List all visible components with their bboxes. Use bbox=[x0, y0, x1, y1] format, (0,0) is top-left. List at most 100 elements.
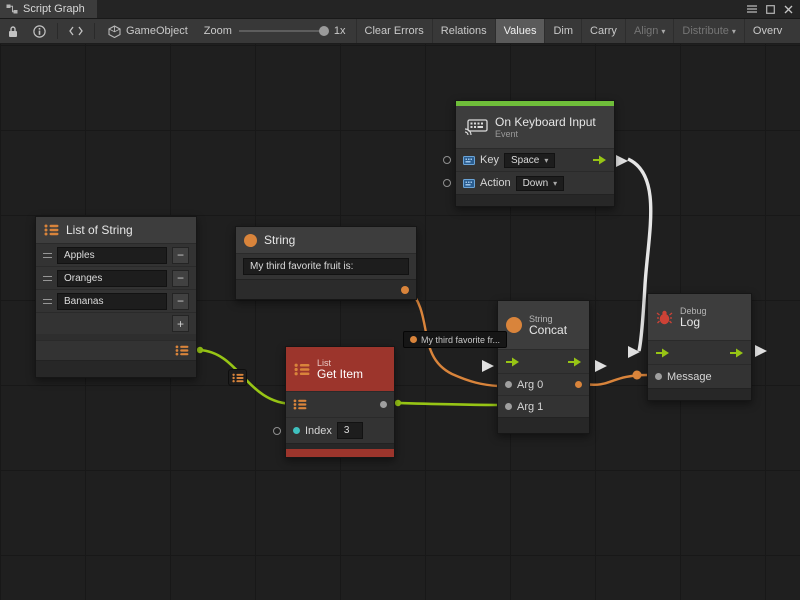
graph-canvas[interactable]: My third favorite fr... On Keyboard Inpu… bbox=[0, 44, 800, 600]
window-titlebar: Script Graph bbox=[0, 0, 800, 18]
node-list-of-string[interactable]: List of String Apples − Oranges − Banana… bbox=[35, 216, 197, 378]
node-title: Concat bbox=[529, 324, 567, 337]
action-value: Down bbox=[523, 178, 549, 189]
drag-handle-icon[interactable] bbox=[43, 299, 52, 304]
carry-button[interactable]: Carry bbox=[581, 19, 625, 43]
distribute-button[interactable]: Distribute▾ bbox=[673, 19, 743, 43]
toolbar-separator bbox=[94, 23, 95, 39]
action-dropdown[interactable]: Down ▾ bbox=[516, 176, 565, 191]
list-item-row: Apples − bbox=[36, 243, 196, 266]
trigger-input-port[interactable] bbox=[655, 348, 670, 358]
zoom-slider-handle[interactable] bbox=[319, 26, 329, 36]
node-title: Log bbox=[680, 316, 707, 329]
lock-button[interactable] bbox=[0, 19, 26, 43]
trigger-row bbox=[648, 340, 751, 364]
trigger-output-port[interactable] bbox=[729, 348, 744, 358]
zoom-slider[interactable] bbox=[239, 30, 327, 32]
list-icon bbox=[232, 373, 244, 383]
distribute-label: Distribute bbox=[682, 25, 728, 37]
arg1-input-port[interactable] bbox=[505, 403, 512, 410]
maximize-icon[interactable] bbox=[766, 5, 775, 14]
wire-endpoint-dot bbox=[197, 347, 203, 353]
wire-getitem-to-concat bbox=[398, 403, 499, 405]
string-output-port[interactable] bbox=[401, 286, 409, 294]
index-row: Index 3 bbox=[286, 417, 394, 443]
zoom-label: Zoom bbox=[204, 25, 232, 37]
code-button[interactable] bbox=[63, 19, 89, 43]
list-input-row bbox=[286, 391, 394, 417]
index-input-port[interactable] bbox=[293, 427, 300, 434]
chevron-down-icon: ▾ bbox=[553, 179, 557, 188]
node-footer bbox=[498, 417, 589, 433]
node-subtitle: Event bbox=[495, 129, 596, 139]
string-value-field[interactable]: My third favorite fruit is: bbox=[243, 258, 409, 275]
node-on-keyboard-input[interactable]: On Keyboard Input Event Key Space▾ Actio… bbox=[455, 100, 615, 207]
value-tooltip: My third favorite fr... bbox=[403, 331, 507, 348]
add-item-button[interactable]: + bbox=[172, 315, 189, 332]
node-title: On Keyboard Input bbox=[495, 116, 596, 129]
list-item-field[interactable]: Apples bbox=[57, 247, 167, 264]
node-footer bbox=[36, 360, 196, 377]
list-item-field[interactable]: Bananas bbox=[57, 293, 167, 310]
overview-button[interactable]: Overv bbox=[744, 19, 790, 43]
list-output-port[interactable] bbox=[175, 345, 189, 356]
message-input-port[interactable] bbox=[655, 373, 662, 380]
node-header[interactable]: String bbox=[236, 227, 416, 253]
arg0-label: Arg 0 bbox=[517, 379, 543, 391]
node-log[interactable]: Debug Log Message bbox=[647, 293, 752, 401]
input-port[interactable] bbox=[273, 427, 281, 435]
dim-button[interactable]: Dim bbox=[544, 19, 581, 43]
string-icon bbox=[244, 234, 257, 247]
relations-button[interactable]: Relations bbox=[432, 19, 495, 43]
remove-item-button[interactable]: − bbox=[172, 270, 189, 287]
graph-icon bbox=[6, 4, 18, 14]
gameobject-selector[interactable]: GameObject bbox=[100, 19, 196, 43]
string-value-row: My third favorite fruit is: bbox=[236, 253, 416, 279]
node-header[interactable]: List Get Item bbox=[286, 347, 394, 391]
result-output-port[interactable] bbox=[575, 381, 582, 388]
node-get-item[interactable]: List Get Item Index 3 bbox=[285, 346, 395, 458]
node-header[interactable]: List of String bbox=[36, 217, 196, 243]
input-port[interactable] bbox=[443, 179, 451, 187]
values-button[interactable]: Values bbox=[495, 19, 545, 43]
input-port[interactable] bbox=[443, 156, 451, 164]
list-input-port[interactable] bbox=[293, 399, 307, 410]
info-button[interactable] bbox=[26, 19, 52, 43]
clear-errors-button[interactable]: Clear Errors bbox=[356, 19, 432, 43]
node-header[interactable]: Debug Log bbox=[648, 294, 751, 340]
flow-triangle bbox=[755, 345, 767, 357]
value-tooltip-text: My third favorite fr... bbox=[421, 335, 500, 345]
drag-handle-icon[interactable] bbox=[43, 276, 52, 281]
node-concat[interactable]: String Concat Arg 0 Arg 1 bbox=[497, 300, 590, 434]
toolbar-separator bbox=[57, 23, 58, 39]
item-output-port[interactable] bbox=[380, 401, 387, 408]
string-port-icon bbox=[410, 336, 417, 343]
trigger-output-port[interactable] bbox=[567, 357, 582, 367]
list-item-row: Oranges − bbox=[36, 266, 196, 289]
trigger-input-port[interactable] bbox=[505, 357, 520, 367]
list-item-row: Bananas − bbox=[36, 289, 196, 312]
drag-handle-icon[interactable] bbox=[43, 253, 52, 258]
remove-item-button[interactable]: − bbox=[172, 293, 189, 310]
list-icon bbox=[44, 224, 59, 236]
node-string-literal[interactable]: String My third favorite fruit is: bbox=[235, 226, 417, 300]
node-header[interactable]: String Concat bbox=[498, 301, 589, 349]
node-accent-bar bbox=[286, 449, 394, 457]
remove-item-button[interactable]: − bbox=[172, 247, 189, 264]
trigger-output-port[interactable] bbox=[592, 155, 607, 165]
chevron-down-icon: ▾ bbox=[544, 156, 548, 165]
arg0-input-port[interactable] bbox=[505, 381, 512, 388]
window-title: Script Graph bbox=[23, 3, 85, 15]
key-dropdown[interactable]: Space▾ bbox=[504, 153, 555, 168]
node-title: List of String bbox=[66, 224, 133, 237]
index-field[interactable]: 3 bbox=[337, 422, 363, 439]
align-button[interactable]: Align▾ bbox=[625, 19, 673, 43]
node-header[interactable]: On Keyboard Input Event bbox=[456, 106, 614, 148]
list-output-row bbox=[36, 340, 196, 360]
close-icon[interactable] bbox=[784, 5, 793, 14]
list-item-field[interactable]: Oranges bbox=[57, 270, 167, 287]
wire-endpoint-dot bbox=[395, 400, 401, 406]
chevron-down-icon: ▾ bbox=[661, 27, 665, 36]
script-graph-tab[interactable]: Script Graph bbox=[0, 0, 97, 18]
menu-icon[interactable] bbox=[747, 5, 757, 13]
